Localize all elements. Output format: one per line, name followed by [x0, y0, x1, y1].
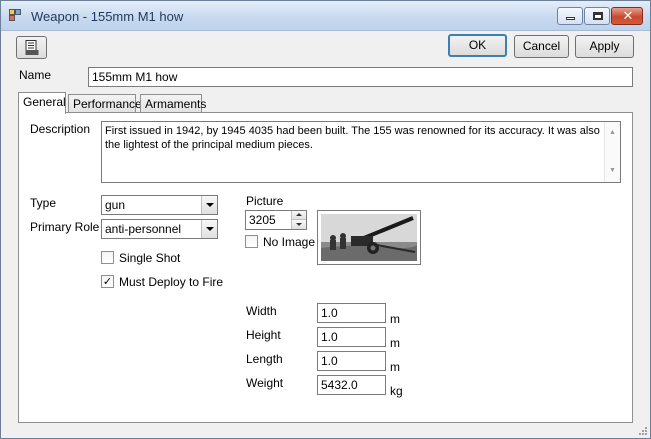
- cancel-button[interactable]: Cancel: [514, 35, 569, 58]
- height-unit: m: [390, 336, 400, 350]
- name-label: Name: [19, 68, 52, 82]
- tab-general[interactable]: General: [18, 92, 66, 114]
- type-combobox[interactable]: gun: [101, 195, 218, 215]
- length-label: Length: [246, 352, 283, 366]
- weight-input[interactable]: 5432.0: [317, 375, 386, 395]
- spin-down-icon[interactable]: [292, 220, 306, 229]
- general-tab-panel: Description First issued in 1942, by 194…: [18, 112, 633, 423]
- howitzer-photo-icon: [321, 214, 417, 261]
- minimize-button[interactable]: [557, 7, 583, 25]
- type-value: gun: [105, 198, 126, 212]
- weight-label: Weight: [246, 376, 284, 390]
- scroll-down-icon: ▼: [609, 167, 616, 174]
- height-input[interactable]: 1.0: [317, 327, 386, 347]
- title-bar[interactable]: Weapon - 155mm M1 how ✕: [1, 1, 650, 31]
- picture-label: Picture: [246, 194, 284, 208]
- description-text: First issued in 1942, by 1945 4035 had b…: [105, 125, 600, 151]
- width-input[interactable]: 1.0: [317, 303, 386, 323]
- type-label: Type: [30, 196, 57, 210]
- spin-up-icon[interactable]: [292, 211, 306, 220]
- must-deploy-label[interactable]: Must Deploy to Fire: [119, 275, 223, 289]
- single-shot-checkbox[interactable]: [101, 251, 114, 264]
- chevron-down-icon[interactable]: [201, 220, 217, 238]
- height-label: Height: [246, 328, 281, 342]
- description-label: Description: [30, 122, 91, 136]
- resize-grip-icon[interactable]: [638, 426, 648, 436]
- tab-performance[interactable]: Performance: [68, 94, 142, 113]
- width-unit: m: [390, 312, 400, 326]
- description-scrollbar[interactable]: ▲ ▼: [604, 122, 620, 182]
- apply-button[interactable]: Apply: [575, 35, 634, 58]
- weight-unit: kg: [390, 384, 403, 398]
- close-icon: ✕: [622, 9, 634, 24]
- close-button[interactable]: ✕: [611, 7, 643, 25]
- app-icon: [9, 9, 23, 23]
- name-input[interactable]: 155mm M1 how: [88, 67, 633, 87]
- checkmark-icon: ✓: [102, 275, 113, 288]
- window-title: Weapon - 155mm M1 how: [31, 9, 184, 24]
- length-unit: m: [390, 360, 400, 374]
- spinner-buttons: [291, 211, 306, 229]
- primary-role-combobox[interactable]: anti-personnel: [101, 219, 218, 239]
- no-image-label[interactable]: No Image: [263, 235, 315, 249]
- picture-number-spinner[interactable]: 3205: [245, 210, 307, 230]
- minimize-icon: [566, 17, 575, 20]
- dialog-content: OK Cancel Apply Name 155mm M1 how Genera…: [1, 32, 650, 438]
- width-label: Width: [246, 304, 277, 318]
- maximize-button[interactable]: [584, 7, 610, 25]
- must-deploy-checkbox[interactable]: ✓: [101, 275, 114, 288]
- chevron-down-icon[interactable]: [201, 196, 217, 214]
- report-button[interactable]: [16, 36, 47, 59]
- weapon-dialog-window: Weapon - 155mm M1 how ✕ OK Cancel Apply …: [0, 0, 651, 439]
- maximize-icon: [593, 12, 603, 20]
- no-image-checkbox[interactable]: [245, 235, 258, 248]
- picture-number-value: 3205: [249, 213, 276, 227]
- length-input[interactable]: 1.0: [317, 351, 386, 371]
- primary-role-value: anti-personnel: [105, 222, 182, 236]
- tab-armaments[interactable]: Armaments: [140, 94, 206, 113]
- weapon-picture: [317, 210, 421, 265]
- single-shot-label[interactable]: Single Shot: [119, 251, 180, 265]
- description-textarea[interactable]: First issued in 1942, by 1945 4035 had b…: [101, 121, 621, 183]
- scroll-up-icon: ▲: [609, 129, 616, 136]
- report-icon: [25, 40, 38, 55]
- primary-role-label: Primary Role: [30, 220, 100, 234]
- ok-button[interactable]: OK: [448, 34, 507, 57]
